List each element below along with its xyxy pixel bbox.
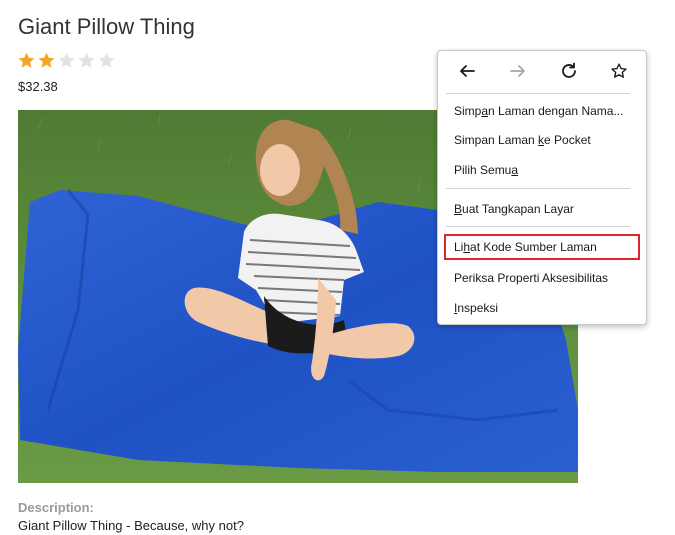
menu-item-label: at Kode Sumber Laman <box>470 240 597 254</box>
menu-item-label: nspeksi <box>457 301 499 315</box>
menu-separator <box>446 93 630 94</box>
back-button[interactable] <box>453 58 481 84</box>
menu-item-label: Periksa Properti Aksesibilitas <box>454 271 609 285</box>
access-key: B <box>454 202 463 216</box>
access-key: a <box>511 163 519 177</box>
menu-item-save-to-pocket[interactable]: Simpan Laman ke Pocket <box>444 127 640 153</box>
star-icon <box>38 52 55 68</box>
menu-item-label: e Pocket <box>544 133 591 147</box>
menu-item-save-page-as[interactable]: Simpan Laman dengan Nama... <box>444 98 640 124</box>
star-icon <box>98 52 115 68</box>
menu-item-inspect-accessibility[interactable]: Periksa Properti Aksesibilitas <box>444 265 640 291</box>
menu-item-label: Simp <box>454 104 482 118</box>
menu-item-take-screenshot[interactable]: Buat Tangkapan Layar <box>444 196 640 222</box>
navigation-row <box>438 51 646 89</box>
back-icon <box>460 65 475 77</box>
reload-icon <box>562 62 576 78</box>
description-label: Description: <box>18 500 94 515</box>
star-icon <box>58 52 75 68</box>
menu-item-label: n Laman dengan Nama... <box>488 104 624 118</box>
star-icon <box>78 52 95 68</box>
reload-button[interactable] <box>555 58 583 84</box>
menu-item-view-page-source[interactable]: Lihat Kode Sumber Laman <box>444 234 640 260</box>
forward-button[interactable] <box>504 58 532 84</box>
product-title: Giant Pillow Thing <box>18 14 195 39</box>
menu-item-select-all[interactable]: Pilih Semua <box>444 157 640 183</box>
context-menu: Simpan Laman dengan Nama... Simpan Laman… <box>437 50 647 325</box>
menu-item-label: Li <box>454 240 464 254</box>
star-rating <box>17 51 116 70</box>
menu-item-inspect[interactable]: Inspeksi <box>444 295 640 321</box>
menu-separator <box>446 188 630 189</box>
menu-item-label: uat Tangkapan Layar <box>462 202 574 216</box>
menu-item-label: Pilih Semu <box>454 163 512 177</box>
bookmark-star-icon <box>611 63 627 78</box>
menu-separator <box>446 226 630 227</box>
product-price: $32.38 <box>18 79 58 94</box>
bookmark-button[interactable] <box>605 58 633 84</box>
forward-icon <box>510 65 525 77</box>
menu-item-label: Simpan Laman <box>454 133 539 147</box>
description-text: Giant Pillow Thing - Because, why not? <box>18 518 244 533</box>
star-icon <box>18 52 35 68</box>
